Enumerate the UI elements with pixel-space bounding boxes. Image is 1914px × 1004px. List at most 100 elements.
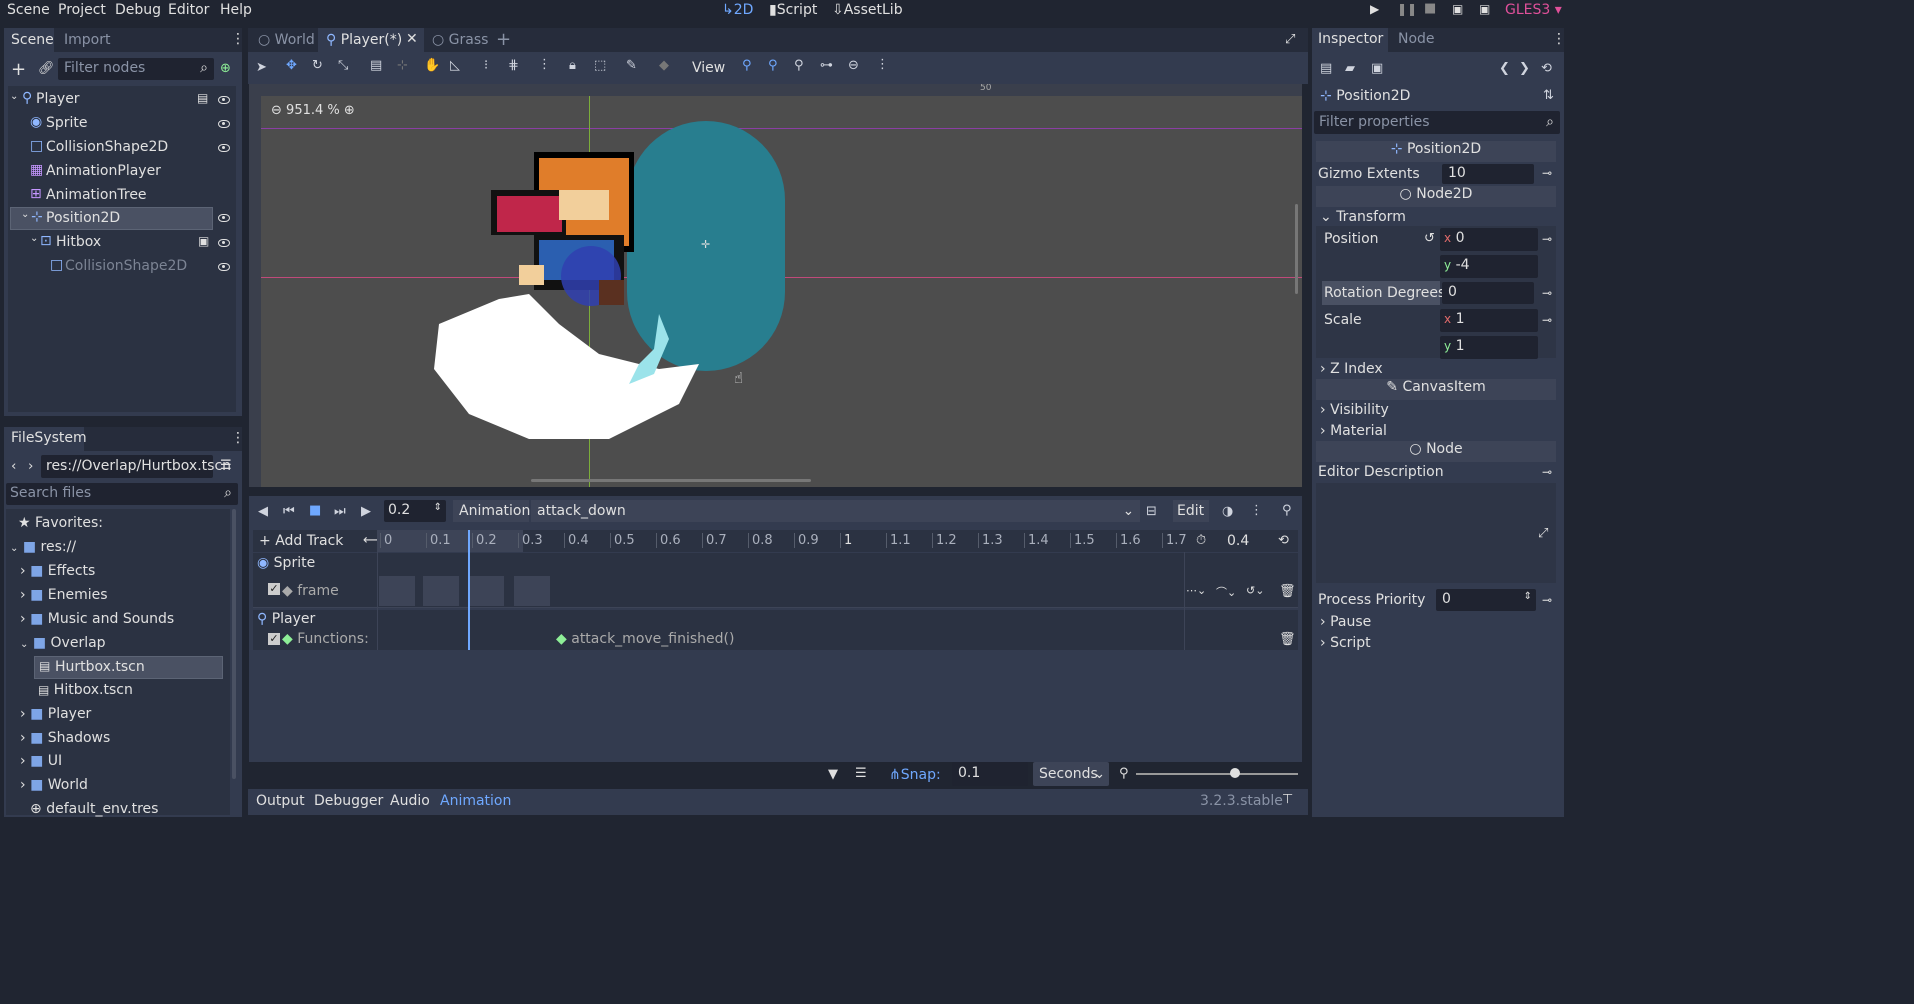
play-icon[interactable]: ▶ bbox=[1370, 2, 1379, 16]
fs-folder-world[interactable]: › ■ World bbox=[20, 777, 88, 799]
tree-row-position2d[interactable]: ⌄ ⊹ Position2D bbox=[10, 207, 213, 230]
auto-key-icon[interactable]: ⊖ bbox=[848, 58, 859, 73]
tab-node[interactable]: Node bbox=[1398, 31, 1435, 47]
tree-row-animationtree[interactable]: ⊞ AnimationTree bbox=[10, 185, 238, 207]
visibility-eye-icon[interactable] bbox=[218, 239, 230, 247]
pause-icon[interactable]: ❚❚ bbox=[1397, 2, 1417, 16]
tab-grass[interactable]: ○ Grass bbox=[424, 28, 494, 52]
animation-select[interactable]: attack_down ⌄ bbox=[531, 500, 1140, 522]
object-properties-icon[interactable]: ⇅ bbox=[1543, 88, 1554, 103]
key-rotation-icon[interactable]: ⚲ bbox=[768, 58, 778, 73]
tree-row-animationplayer[interactable]: ▦ AnimationPlayer bbox=[10, 161, 238, 183]
menu-scene[interactable]: Scene bbox=[7, 2, 50, 18]
distraction-free-icon[interactable]: ⤢ bbox=[1285, 32, 1295, 47]
workspace-2d-button[interactable]: ↳2D bbox=[722, 2, 753, 18]
scale-tool-icon[interactable]: ⤡ bbox=[338, 58, 348, 73]
back-icon[interactable]: ‹ bbox=[11, 458, 16, 474]
play-scene-icon[interactable]: ▣ bbox=[1452, 2, 1463, 16]
visibility-group[interactable]: › Visibility bbox=[1320, 402, 1389, 418]
key-scale-icon[interactable]: ⚲ bbox=[794, 58, 804, 73]
loop-icon[interactable]: ⟲ bbox=[1278, 533, 1289, 548]
rotate-tool-icon[interactable]: ↻ bbox=[312, 58, 323, 73]
scrollbar[interactable] bbox=[232, 509, 236, 779]
position-y-field[interactable]: y -4 bbox=[1440, 255, 1538, 278]
stop-icon[interactable]: ■ bbox=[1424, 1, 1436, 16]
tab-import[interactable]: Import bbox=[64, 32, 110, 48]
zoom-control[interactable]: ⊖ 951.4 % ⊕ bbox=[271, 103, 355, 118]
pin-icon[interactable]: ⚲ bbox=[1282, 503, 1292, 518]
delete-track-icon[interactable]: 🗑︎ bbox=[1279, 584, 1296, 599]
revert-icon[interactable]: ↺ bbox=[1424, 231, 1435, 246]
tab-output[interactable]: Output bbox=[256, 793, 305, 809]
onion-skin-icon[interactable]: ◑ bbox=[1222, 504, 1233, 519]
tab-scene[interactable]: Scene bbox=[11, 32, 54, 48]
snap-options-icon[interactable]: ⋮ bbox=[538, 57, 551, 72]
fs-file-default-env[interactable]: ⊕ default_env.tres bbox=[30, 801, 158, 817]
add-node-icon[interactable]: + bbox=[11, 59, 26, 80]
pivot-tool-icon[interactable]: ⊹ bbox=[397, 58, 408, 73]
visibility-eye-icon[interactable] bbox=[218, 144, 230, 152]
play-custom-icon[interactable]: ▣ bbox=[1479, 2, 1490, 16]
camera-override-icon[interactable]: ◆ bbox=[659, 58, 669, 73]
canvas-viewport[interactable]: 50 ⊖ 951.4 % ⊕ ✛ bbox=[249, 84, 1302, 487]
move-tool-icon[interactable]: ✥ bbox=[286, 58, 297, 73]
filter-icon[interactable]: ▼ bbox=[828, 767, 838, 782]
keyframe-icon[interactable]: ⊸ bbox=[1542, 313, 1552, 327]
fs-favorites[interactable]: ★ Favorites: bbox=[18, 515, 103, 537]
fs-folder-ui[interactable]: › ■ UI bbox=[20, 753, 62, 775]
stop-icon[interactable]: ■ bbox=[309, 503, 321, 518]
tab-debugger[interactable]: Debugger bbox=[314, 793, 383, 809]
scale-x-field[interactable]: x 1 bbox=[1440, 309, 1538, 332]
scene-instance-icon[interactable]: ▣ bbox=[198, 234, 209, 248]
more-icon[interactable]: ⋮ bbox=[231, 31, 245, 47]
keyframe-icon[interactable]: ⊸ bbox=[1542, 232, 1552, 246]
key-position-icon[interactable]: ⚲ bbox=[742, 58, 752, 73]
keyframe-icon[interactable]: ⊸ bbox=[1542, 286, 1552, 300]
animation-menu-button[interactable]: Animation bbox=[453, 500, 530, 522]
more-icon[interactable]: ⋮ bbox=[876, 57, 889, 72]
tab-player[interactable]: ⚲ Player(*) ✕ bbox=[318, 28, 424, 52]
menu-project[interactable]: Project bbox=[58, 2, 106, 18]
instance-icon[interactable]: 🔗︎ bbox=[38, 61, 55, 76]
play-icon[interactable]: ▶ bbox=[361, 504, 371, 519]
process-priority-field[interactable]: 0 ⇕ bbox=[1436, 589, 1536, 611]
loop-wrap-icon[interactable]: ↺⌄ bbox=[1246, 584, 1264, 597]
interpolation-icon[interactable]: ⌒⌄ bbox=[1216, 584, 1236, 600]
playhead[interactable] bbox=[468, 530, 470, 650]
fs-folder-shadows[interactable]: › ■ Shadows bbox=[20, 730, 110, 752]
save-icon[interactable]: ▣ bbox=[1371, 61, 1383, 76]
keyframe-icon[interactable]: ⊸ bbox=[1542, 465, 1552, 479]
play-backwards-icon[interactable]: ◀ bbox=[258, 504, 268, 519]
grid-snap-icon[interactable]: ⋕ bbox=[508, 58, 519, 73]
track-enable-checkbox[interactable]: ✓ bbox=[268, 583, 280, 595]
tab-animation[interactable]: Animation bbox=[440, 793, 511, 809]
fs-file-hitbox[interactable]: ▤ Hitbox.tscn bbox=[38, 682, 133, 704]
z-index-group[interactable]: › Z Index bbox=[1320, 361, 1383, 377]
fs-folder-enemies[interactable]: › ■ Enemies bbox=[20, 587, 108, 609]
position-x-field[interactable]: x 0 bbox=[1440, 228, 1538, 251]
group-icon[interactable]: ⬚ bbox=[594, 58, 606, 73]
visibility-eye-icon[interactable] bbox=[218, 263, 230, 271]
forward-icon[interactable]: › bbox=[28, 458, 33, 474]
more-icon[interactable]: ⋮ bbox=[1250, 503, 1263, 518]
time-spinbox[interactable]: 0.2 ⇕ bbox=[384, 500, 446, 522]
filter-properties-input[interactable]: Filter properties ⌕ bbox=[1314, 111, 1560, 134]
more-icon[interactable]: ⋮ bbox=[1552, 31, 1566, 47]
tab-audio[interactable]: Audio bbox=[390, 793, 430, 809]
update-mode-icon[interactable]: ⋯⌄ bbox=[1186, 584, 1206, 597]
track-functions[interactable] bbox=[253, 630, 1298, 650]
workspace-script-button[interactable]: ▮Script bbox=[769, 2, 817, 18]
tab-filesystem[interactable]: FileSystem bbox=[11, 430, 87, 446]
menu-editor[interactable]: Editor bbox=[168, 2, 209, 18]
tree-row-player[interactable]: ⌄ ⚲ Player ▤ bbox=[10, 89, 238, 111]
animation-length-value[interactable]: 0.4 bbox=[1227, 533, 1249, 549]
play-backwards-from-end-icon[interactable]: ⏮ bbox=[283, 504, 295, 519]
list-select-icon[interactable]: ▤ bbox=[370, 58, 382, 73]
fs-folder-overlap[interactable]: ⌄ ■ Overlap bbox=[20, 635, 106, 657]
keyframe-3[interactable] bbox=[514, 576, 550, 606]
scale-y-field[interactable]: y 1 bbox=[1440, 336, 1538, 359]
delete-track-icon[interactable]: 🗑︎ bbox=[1279, 632, 1296, 647]
editor-description-field[interactable] bbox=[1316, 483, 1556, 583]
path-field[interactable]: res://Overlap/Hurtbox.tscn bbox=[41, 455, 231, 478]
search-files-input[interactable]: Search files ⌕ bbox=[6, 483, 238, 505]
